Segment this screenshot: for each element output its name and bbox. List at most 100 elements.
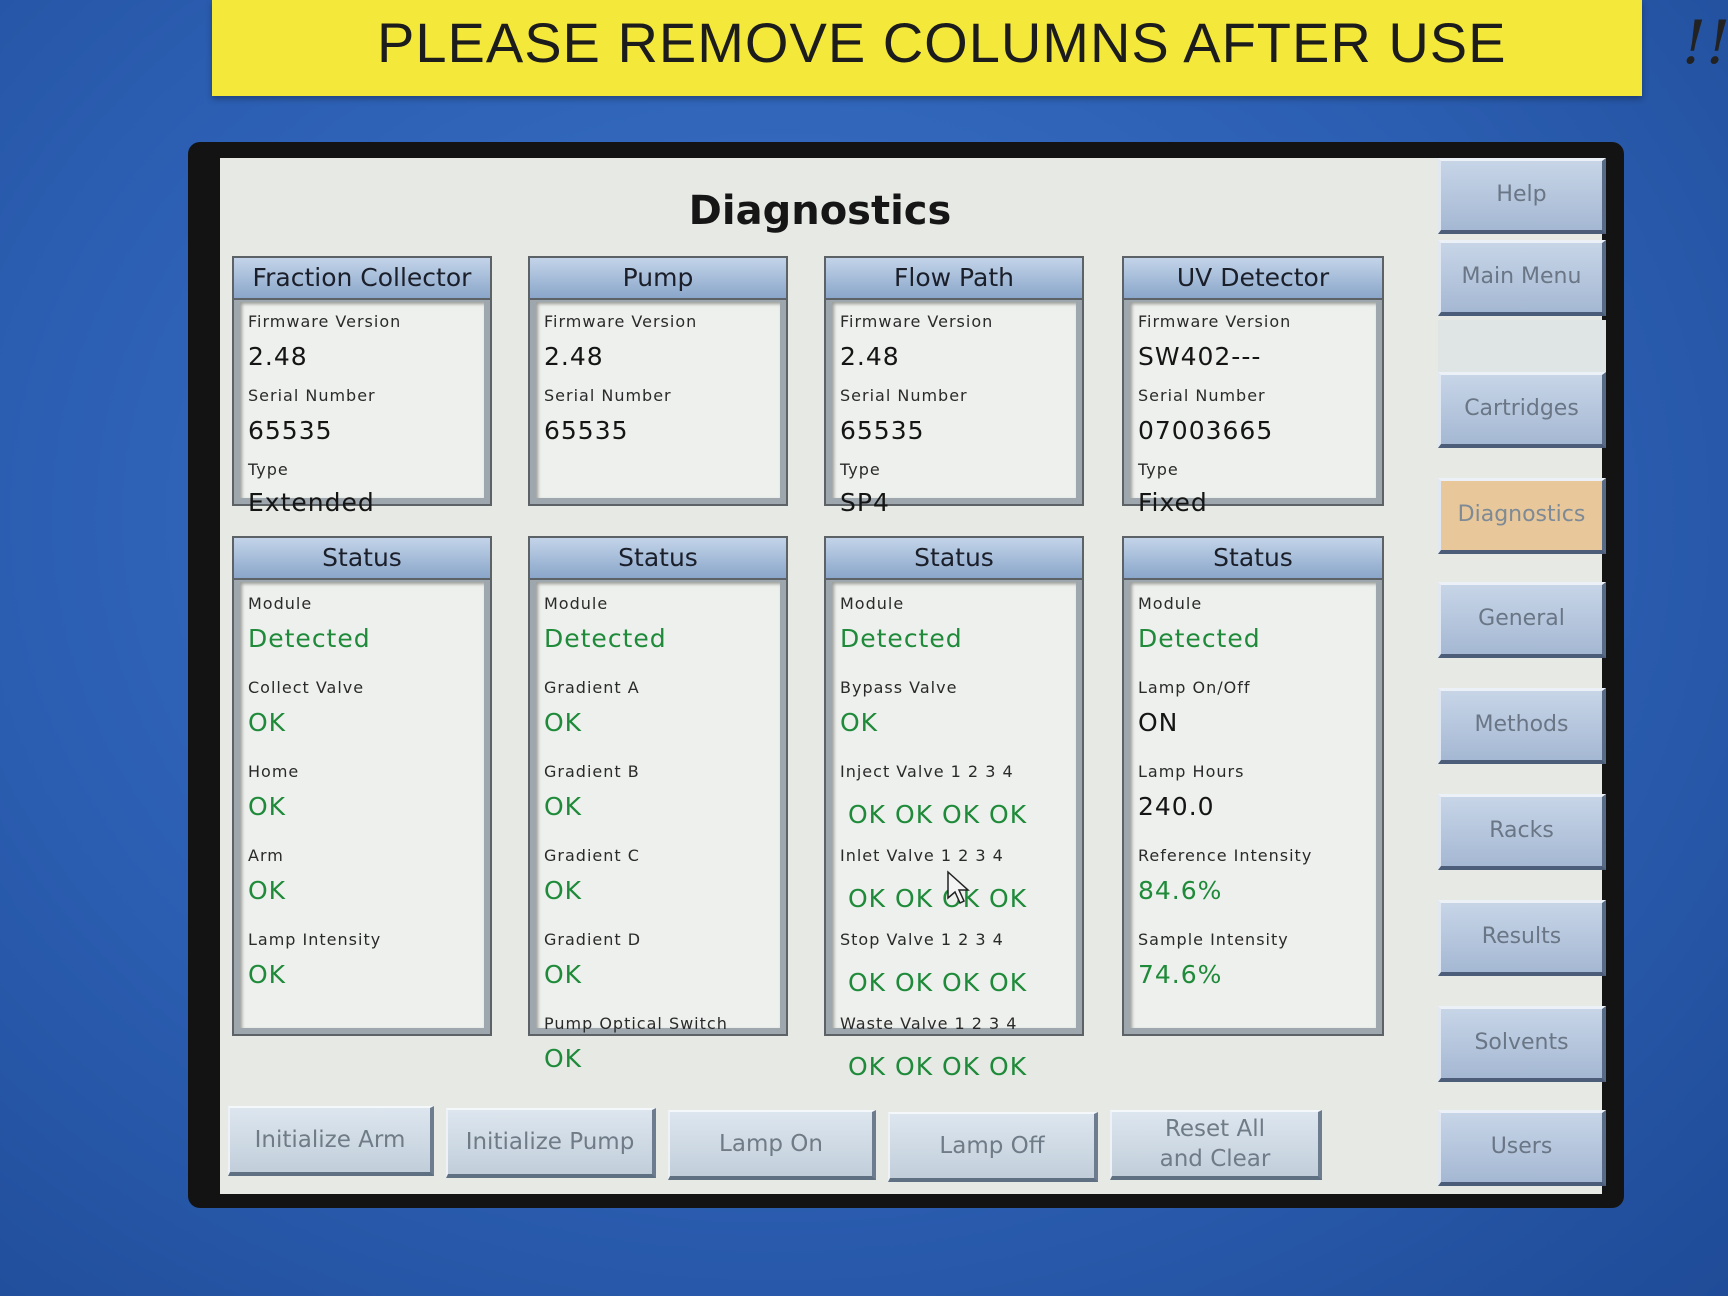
uv-detector-status-panel: Status Module Detected Lamp On/Off ON La… xyxy=(1122,536,1384,1036)
fraction-collector-status-panel: Status Module Detected Collect Valve OK … xyxy=(232,536,492,1036)
sidebar-item-general[interactable]: General xyxy=(1438,582,1606,658)
status-value: 74.6% xyxy=(1138,960,1223,989)
reset-all-and-clear-button[interactable]: Reset All and Clear xyxy=(1110,1110,1322,1180)
status-value: OK xyxy=(544,708,583,737)
status-value: Detected xyxy=(248,624,371,653)
flow-path-panel: Flow Path Firmware Version 2.48 Serial N… xyxy=(824,256,1084,517)
sidebar-item-diagnostics[interactable]: Diagnostics xyxy=(1438,478,1606,554)
firmware-value: SW402--- xyxy=(1138,342,1262,371)
sticker-text: PLEASE REMOVE COLUMNS AFTER USE xyxy=(377,11,1507,74)
panel-title: Pump xyxy=(530,258,786,300)
status-value: ON xyxy=(1138,708,1179,737)
page-title: Diagnostics xyxy=(688,188,952,234)
status-value: OK xyxy=(248,708,287,737)
lamp-off-button[interactable]: Lamp Off xyxy=(888,1112,1098,1182)
status-label: Module xyxy=(840,594,905,613)
status-label: Inject Valve 1 2 3 4 xyxy=(840,762,1014,781)
status-label: Bypass Valve xyxy=(840,678,958,697)
type-label: Type xyxy=(840,460,881,479)
status-value: OK xyxy=(544,792,583,821)
type-value: SP4 xyxy=(840,488,890,517)
sidebar-item-cartridges[interactable]: Cartridges xyxy=(1438,372,1606,448)
status-label: Lamp On/Off xyxy=(1138,678,1251,697)
firmware-label: Firmware Version xyxy=(1138,312,1292,331)
status-label: Waste Valve 1 2 3 4 xyxy=(840,1014,1018,1033)
button-label-line1: Reset All xyxy=(1164,1116,1266,1142)
status-label: Lamp Hours xyxy=(1138,762,1245,781)
touch-screen: Diagnostics Fraction Collector Firmware … xyxy=(220,158,1602,1194)
firmware-value: 2.48 xyxy=(840,342,900,371)
panel-title: Status xyxy=(826,538,1082,580)
panel-title: Fraction Collector xyxy=(234,258,490,300)
status-value: OK xyxy=(544,876,583,905)
status-value: 240.0 xyxy=(1138,792,1215,821)
status-label: Arm xyxy=(248,846,284,865)
firmware-label: Firmware Version xyxy=(544,312,698,331)
serial-value: 07003665 xyxy=(1138,416,1274,445)
type-label: Type xyxy=(1138,460,1179,479)
serial-value: 65535 xyxy=(544,416,629,445)
panel-title: Status xyxy=(1124,538,1382,580)
initialize-pump-button[interactable]: Initialize Pump xyxy=(446,1108,656,1178)
pump-panel: Pump Firmware Version 2.48 Serial Number… xyxy=(528,256,788,506)
status-value: OK OK OK OK xyxy=(848,968,1028,997)
sidebar-item-label: General xyxy=(1478,606,1565,631)
sidebar-divider xyxy=(1438,320,1606,372)
status-value: Detected xyxy=(1138,624,1261,653)
firmware-label: Firmware Version xyxy=(248,312,402,331)
serial-value: 65535 xyxy=(840,416,925,445)
sidebar-item-label: Racks xyxy=(1489,818,1554,843)
serial-label: Serial Number xyxy=(544,386,672,405)
status-value: OK xyxy=(544,960,583,989)
panel-title: Flow Path xyxy=(826,258,1082,300)
status-label: Sample Intensity xyxy=(1138,930,1289,949)
button-label: Initialize Arm xyxy=(254,1127,406,1153)
status-label: Gradient D xyxy=(544,930,642,949)
serial-label: Serial Number xyxy=(840,386,968,405)
status-label: Gradient B xyxy=(544,762,640,781)
status-label: Collect Valve xyxy=(248,678,365,697)
status-value: OK xyxy=(248,876,287,905)
sidebar-item-label: Results xyxy=(1481,924,1562,949)
serial-label: Serial Number xyxy=(1138,386,1266,405)
status-value: OK OK OK OK xyxy=(848,800,1028,829)
sidebar-menu: Help Main Menu Cartridges Diagnostics Ge… xyxy=(1438,158,1610,1194)
sidebar-item-results[interactable]: Results xyxy=(1438,900,1606,976)
status-label: Module xyxy=(1138,594,1203,613)
button-label: Lamp On xyxy=(719,1131,823,1157)
status-value: OK OK OK OK xyxy=(848,884,1028,913)
type-value: Fixed xyxy=(1138,488,1208,517)
button-label: Initialize Pump xyxy=(465,1129,635,1155)
sidebar-item-label: Main Menu xyxy=(1461,264,1582,289)
sidebar-item-help[interactable]: Help xyxy=(1438,158,1606,234)
firmware-value: 2.48 xyxy=(248,342,308,371)
status-value: OK xyxy=(544,1044,583,1073)
status-value: Detected xyxy=(840,624,963,653)
sidebar-item-methods[interactable]: Methods xyxy=(1438,688,1606,764)
firmware-value: 2.48 xyxy=(544,342,604,371)
status-label: Home xyxy=(248,762,300,781)
sidebar-item-label: Methods xyxy=(1474,712,1569,737)
firmware-label: Firmware Version xyxy=(840,312,994,331)
initialize-arm-button[interactable]: Initialize Arm xyxy=(228,1106,434,1176)
fraction-collector-panel: Fraction Collector Firmware Version 2.48… xyxy=(232,256,492,517)
type-value: Extended xyxy=(248,488,375,517)
serial-value: 65535 xyxy=(248,416,333,445)
status-value: OK xyxy=(248,960,287,989)
sidebar-item-users[interactable]: Users xyxy=(1438,1110,1606,1186)
sidebar-item-label: Users xyxy=(1490,1134,1553,1159)
sidebar-item-label: Diagnostics xyxy=(1457,502,1586,527)
sidebar-item-main-menu[interactable]: Main Menu xyxy=(1438,240,1606,316)
lamp-on-button[interactable]: Lamp On xyxy=(668,1110,876,1180)
sidebar-item-racks[interactable]: Racks xyxy=(1438,794,1606,870)
pointer-cursor-icon xyxy=(947,870,970,905)
sidebar-item-label: Help xyxy=(1496,182,1547,207)
uv-detector-panel: UV Detector Firmware Version SW402--- Se… xyxy=(1122,256,1384,517)
panel-title: Status xyxy=(530,538,786,580)
status-value: OK xyxy=(840,708,879,737)
sidebar-item-solvents[interactable]: Solvents xyxy=(1438,1006,1606,1082)
status-label: Pump Optical Switch xyxy=(544,1014,728,1033)
pump-status-panel: Status Module Detected Gradient A OK Gra… xyxy=(528,536,788,1073)
status-label: Reference Intensity xyxy=(1138,846,1313,865)
status-label: Gradient A xyxy=(544,678,640,697)
